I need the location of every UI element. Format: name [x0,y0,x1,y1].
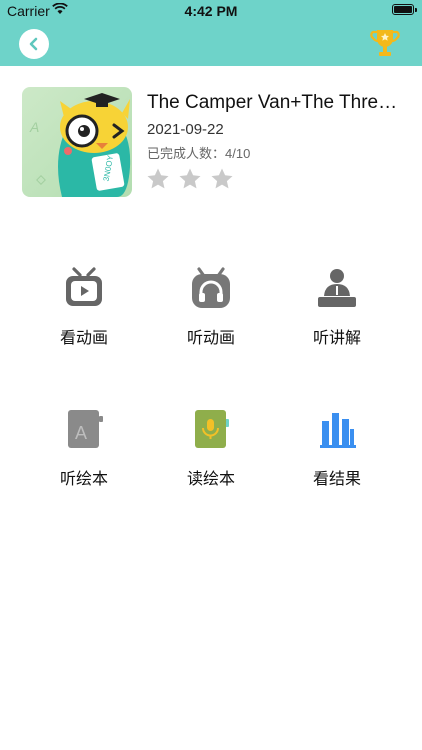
watch-animation-label: 看动画 [59,328,108,347]
clock: 4:42 PM [184,3,238,19]
battery-icon [392,4,417,15]
read-picture-book-label: 读绘本 [186,469,235,488]
view-results-label: 看结果 [312,469,361,488]
rating-stars [146,167,234,191]
owl-cover-illustration: A 3N0OY [22,87,132,197]
listen-picture-book-label: 听绘本 [59,469,108,488]
listen-animation-label: 听动画 [186,328,235,347]
book-title: The Camper Van+The Three... [147,92,402,113]
star-icon [211,168,233,189]
chevron-left-icon [29,37,38,51]
listen-animation-button[interactable]: 听动画 [161,266,261,348]
headphones-icon [192,267,230,308]
svg-text:A: A [29,119,39,135]
back-button[interactable] [19,29,49,59]
star-icon [179,168,201,189]
view-results-button[interactable]: 看结果 [287,407,387,489]
status-bar: Carrier 4:42 PM [0,0,422,22]
listen-explanation-label: 听讲解 [312,328,361,347]
completion-count: 已完成人数：4/10 [147,146,251,161]
star-icon [147,168,169,189]
microphone-book-icon [195,410,229,448]
header-bar: Carrier 4:42 PM [0,0,422,66]
listen-explanation-button[interactable]: 听讲解 [287,266,387,348]
trophy-icon[interactable] [370,27,400,59]
tv-icon [66,267,102,306]
read-picture-book-button[interactable]: 读绘本 [161,407,261,489]
listen-picture-book-button[interactable]: A 听绘本 [34,407,134,489]
teacher-icon [318,269,356,307]
book-a-icon: A [68,410,103,448]
svg-text:A: A [75,423,87,443]
book-date: 2021-09-22 [147,121,224,138]
bar-chart-icon [320,413,356,448]
watch-animation-button[interactable]: 看动画 [34,266,134,348]
book-cover[interactable]: A 3N0OY [22,87,132,197]
